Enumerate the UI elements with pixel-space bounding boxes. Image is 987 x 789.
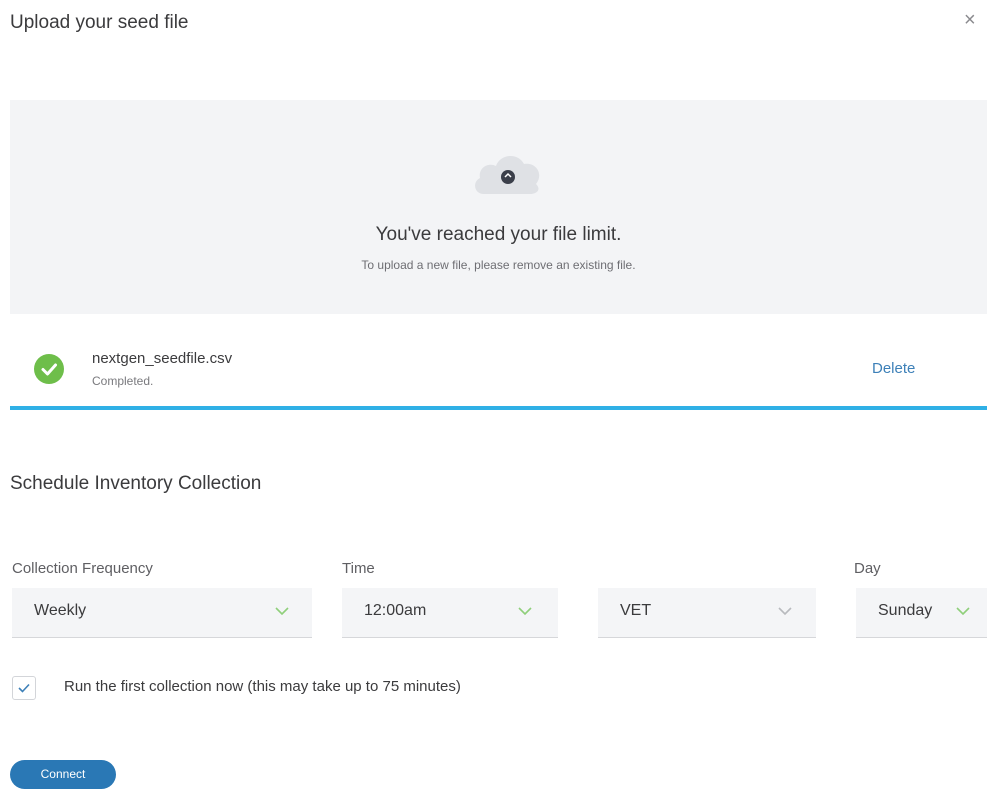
run-now-label[interactable]: Run the first collection now (this may t…	[64, 678, 461, 695]
cloud-upload-icon	[475, 155, 540, 194]
timezone-value: VET	[620, 602, 652, 619]
file-limit-subtitle: To upload a new file, please remove an e…	[361, 258, 636, 272]
uploaded-file-row: nextgen_seedfile.csv Completed. Delete	[10, 330, 987, 410]
chevron-down-icon	[956, 607, 970, 616]
schedule-section-title: Schedule Inventory Collection	[10, 473, 262, 494]
dialog-title: Upload your seed file	[10, 12, 189, 33]
day-select[interactable]: Sunday	[856, 588, 987, 638]
timezone-select[interactable]: VET	[598, 588, 816, 638]
time-value: 12:00am	[364, 602, 427, 619]
chevron-down-icon	[778, 607, 792, 616]
time-label: Time	[342, 560, 375, 577]
file-limit-title: You've reached your file limit.	[375, 224, 622, 245]
time-select[interactable]: 12:00am	[342, 588, 558, 638]
upload-progress-bar	[10, 406, 987, 410]
chevron-down-icon	[275, 607, 289, 616]
upload-dialog: Upload your seed file × You've reached y…	[0, 0, 987, 789]
day-value: Sunday	[878, 602, 933, 619]
close-icon[interactable]: ×	[964, 10, 976, 30]
collection-frequency-label: Collection Frequency	[12, 560, 153, 577]
file-status: Completed.	[92, 374, 154, 388]
collection-frequency-value: Weekly	[34, 602, 87, 619]
checkmark-icon	[18, 683, 30, 693]
run-now-checkbox[interactable]	[12, 676, 36, 700]
upload-dropzone[interactable]: You've reached your file limit. To uploa…	[10, 100, 987, 314]
check-circle-icon	[34, 354, 64, 384]
delete-file-link[interactable]: Delete	[872, 360, 915, 377]
chevron-down-icon	[518, 607, 532, 616]
collection-frequency-select[interactable]: Weekly	[12, 588, 312, 638]
connect-button[interactable]: Connect	[10, 760, 116, 789]
day-label: Day	[854, 560, 881, 577]
file-name: nextgen_seedfile.csv	[92, 350, 233, 367]
